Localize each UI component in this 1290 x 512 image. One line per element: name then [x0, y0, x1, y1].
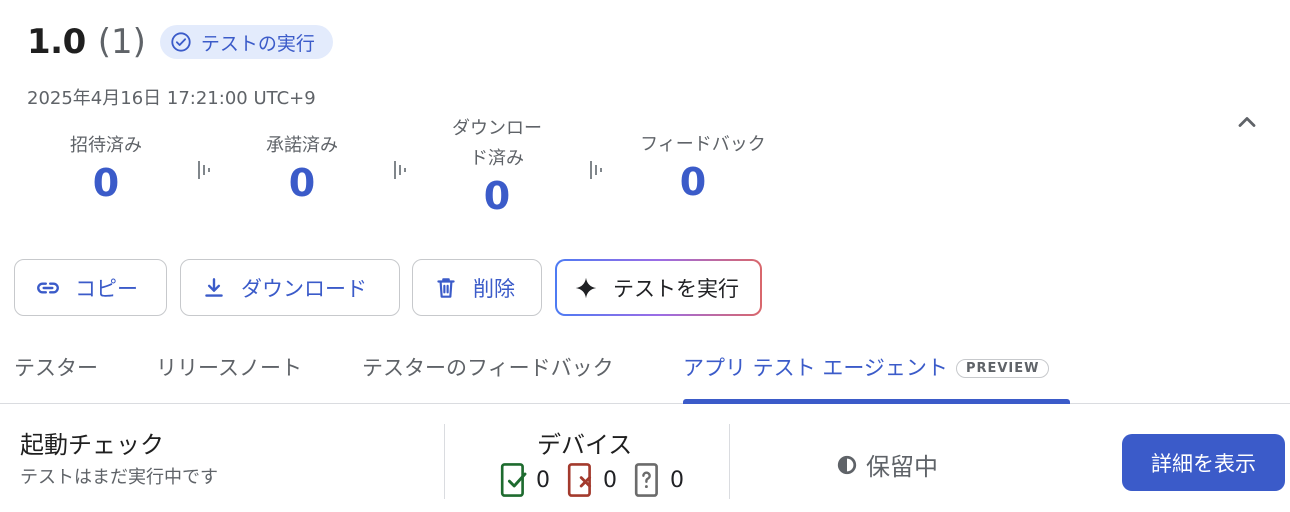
device-results: 0 0 0 — [498, 462, 699, 498]
status-badge: テストの実行 — [159, 25, 333, 59]
link-icon — [37, 281, 59, 294]
run-test-button-label: テストを実行 — [613, 276, 739, 301]
sparkle-icon — [575, 277, 597, 298]
status-badge-label: テストの実行 — [200, 32, 315, 55]
preview-badge: PREVIEW — [955, 359, 1050, 378]
devices-title: デバイス — [537, 431, 633, 459]
version-header: 1.0 (1) テストの実行 — [27, 22, 333, 62]
device-unknown-icon — [634, 463, 658, 497]
launch-check-subtitle: テストはまだ実行中です — [20, 467, 218, 488]
devices-unknown-count: 0 — [670, 467, 684, 493]
chevron-up-icon[interactable] — [1233, 108, 1261, 136]
tab-app-test-agent-label: アプリ テスト エージェント — [683, 356, 948, 380]
pipeline-arrow-icon — [590, 161, 602, 179]
stat-downloaded-value: 0 — [483, 174, 511, 218]
device-pass-icon — [500, 463, 527, 497]
tab-tester-feedback[interactable]: テスターのフィードバック — [362, 352, 614, 404]
devices-failed-count: 0 — [603, 467, 617, 493]
tab-release-notes[interactable]: リリースノート — [156, 352, 302, 404]
stat-downloaded: ダウンロー ド済み 0 — [432, 114, 562, 218]
tab-app-test-agent[interactable]: アプリ テスト エージェント PREVIEW — [683, 352, 1050, 404]
device-fail-icon — [567, 463, 592, 497]
devices-passed-count: 0 — [536, 467, 550, 493]
stat-accepted-label: 承諾済み — [266, 135, 338, 156]
stat-feedback: フィードバック 0 — [628, 130, 766, 204]
release-panel: 1.0 (1) テストの実行 2025年4月16日 17:21:00 UTC+9… — [0, 0, 1290, 512]
release-date: 2025年4月16日 17:21:00 UTC+9 — [27, 88, 316, 109]
tab-testers[interactable]: テスター — [14, 352, 98, 404]
download-button-label: ダウンロード — [241, 276, 367, 301]
stat-invited-value: 0 — [92, 161, 120, 205]
download-button[interactable]: ダウンロード — [180, 259, 400, 316]
check-circle-icon — [171, 32, 191, 52]
copy-button-label: コピー — [75, 276, 138, 301]
stat-invited: 招待済み 0 — [41, 131, 171, 205]
pipeline-arrow-icon — [394, 161, 406, 179]
pending-status: 保留中 — [836, 447, 938, 482]
stat-downloaded-label-line1: ダウンロー — [452, 118, 542, 139]
divider — [729, 424, 730, 499]
pending-icon — [837, 455, 857, 474]
stat-invited-label: 招待済み — [70, 135, 142, 156]
download-icon — [205, 277, 223, 297]
pipeline-arrow-icon — [198, 161, 210, 179]
run-test-button[interactable]: テストを実行 — [555, 259, 762, 316]
stat-downloaded-label-line2: ド済み — [470, 148, 524, 169]
divider — [444, 424, 445, 499]
view-details-button[interactable]: 詳細を表示 — [1122, 434, 1285, 491]
stat-feedback-value: 0 — [679, 160, 707, 204]
delete-button[interactable]: 削除 — [412, 259, 542, 316]
stat-accepted: 承諾済み 0 — [237, 131, 367, 205]
launch-check-title: 起動チェック — [20, 431, 164, 459]
active-tab-indicator — [683, 399, 1070, 404]
version-build-count: (1) — [97, 22, 146, 62]
copy-button[interactable]: コピー — [14, 259, 167, 316]
stat-feedback-label: フィードバック — [640, 134, 766, 155]
version-number: 1.0 — [27, 22, 86, 62]
tab-divider — [0, 403, 1290, 404]
delete-button-label: 削除 — [473, 276, 515, 301]
pending-status-label: 保留中 — [866, 453, 938, 481]
stat-accepted-value: 0 — [288, 161, 316, 205]
trash-icon — [437, 277, 455, 298]
